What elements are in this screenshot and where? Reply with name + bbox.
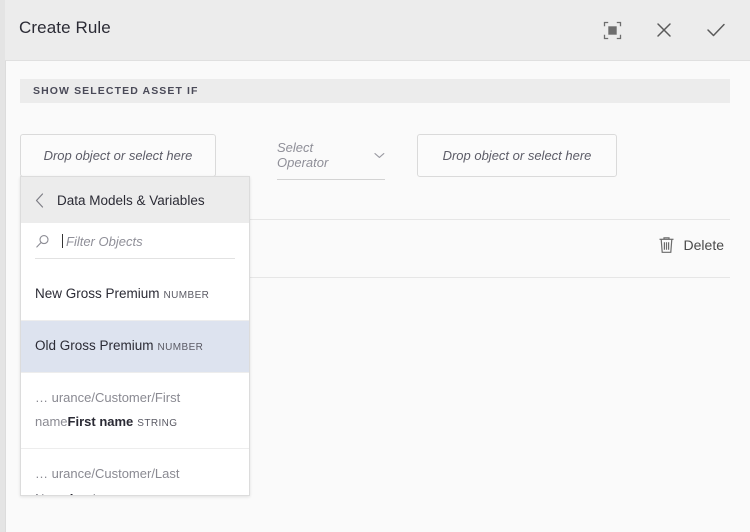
search-text-caret (62, 234, 63, 248)
trash-icon (658, 236, 675, 254)
page-left-gutter (0, 0, 6, 532)
section-band: SHOW SELECTED ASSET IF (20, 79, 730, 103)
condition-row: Drop object or select here Select Operat… (20, 134, 730, 180)
list-item-name: Last (70, 491, 97, 496)
select-all-icon (603, 21, 622, 40)
list-item[interactable]: Old Gross Premium NUMBER (21, 321, 249, 373)
delete-label: Delete (684, 237, 724, 253)
select-all-button[interactable] (596, 14, 628, 46)
object-list: New Gross PremiumNUMBEROld Gross Premium… (21, 269, 249, 496)
list-item[interactable]: … urance/Customer/First nameFirst nameST… (21, 373, 249, 450)
page-title: Create Rule (19, 18, 111, 38)
list-item-name: Old Gross Premium (35, 338, 154, 353)
list-item-name: New Gross Premium (35, 286, 160, 301)
list-item-type: NUMBER (164, 290, 210, 301)
confirm-check-icon (706, 21, 726, 39)
delete-button[interactable]: Delete (658, 236, 724, 254)
list-item-path: … urance/Customer/Last Name (35, 466, 180, 496)
object-picker-panel: Data Models & Variables Filter Objects N… (20, 176, 250, 496)
right-operand-placeholder: Drop object or select here (443, 148, 592, 163)
chevron-left-icon (35, 193, 44, 208)
operator-select[interactable]: Select Operator (277, 140, 385, 180)
left-operand-dropzone[interactable]: Drop object or select here (20, 134, 216, 177)
titlebar-actions (596, 14, 732, 46)
search-icon (35, 234, 50, 249)
right-operand-dropzone[interactable]: Drop object or select here (417, 134, 617, 177)
list-item[interactable]: … urance/Customer/Last NameLast (21, 449, 249, 496)
filter-objects-input[interactable]: Filter Objects (35, 234, 235, 259)
list-item-name: First name (68, 414, 134, 429)
filter-objects-placeholder: Filter Objects (66, 234, 143, 249)
close-button[interactable] (648, 14, 680, 46)
picker-search-row: Filter Objects (21, 223, 249, 269)
left-operand-placeholder: Drop object or select here (44, 148, 193, 163)
list-item-type: NUMBER (158, 342, 204, 353)
picker-back-header[interactable]: Data Models & Variables (21, 177, 249, 223)
chevron-down-icon (374, 152, 385, 159)
section-band-label: SHOW SELECTED ASSET IF (33, 85, 199, 97)
dialog-titlebar: Create Rule (5, 0, 750, 61)
picker-title: Data Models & Variables (57, 193, 205, 208)
close-icon (655, 21, 673, 39)
confirm-button[interactable] (700, 14, 732, 46)
operator-label: Select Operator (277, 140, 366, 170)
create-rule-dialog: Create Rule (0, 0, 750, 532)
list-item-type: STRING (137, 418, 177, 429)
list-item[interactable]: New Gross Premium NUMBER (21, 269, 249, 321)
